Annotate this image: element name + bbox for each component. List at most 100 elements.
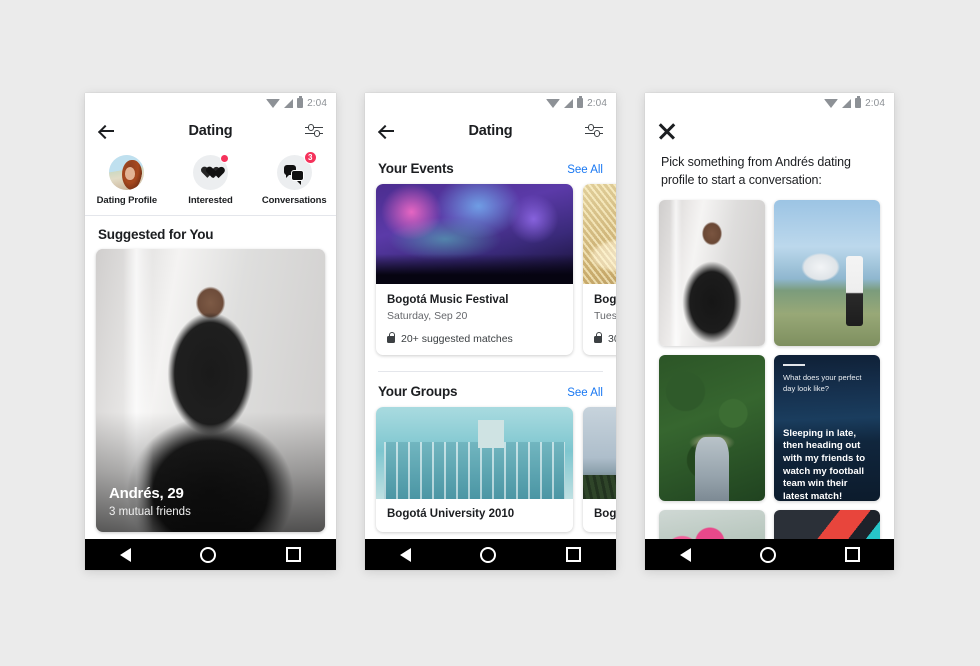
lock-icon [387,331,396,343]
phone-mockup-events-groups: 2:04 Dating Your Events See All Bogotá M… [365,93,616,570]
status-bar: 2:04 [85,93,336,113]
man-laughing-on-stool-photo[interactable] [659,200,765,347]
event-date: Tuesd [594,310,616,323]
tab-label: Dating Profile [96,195,158,206]
wifi-icon [266,98,281,108]
suggested-matches-count: 20+ suggested matches [401,333,513,346]
event-card[interactable]: Bogotá Music Festival Saturday, Sep 20 2… [376,184,573,356]
section-header-groups: Your Groups See All [365,372,616,407]
conversation-prompt-text: Pick something from Andrés dating profil… [661,155,851,188]
bubbles-glyph [284,164,305,184]
top-nav-bar: Dating [365,113,616,149]
battery-icon [577,96,584,108]
event-date: Saturday, Sep 20 [387,310,468,323]
event-card-body: Bogotá food and lake p Tuesd 30 [583,284,616,355]
suggested-profile-card[interactable]: Andrés, 29 3 mutual friends [96,249,325,532]
avatar [109,155,145,190]
back-triangle-icon[interactable] [119,547,131,562]
status-bar: 2:04 [365,93,616,113]
battery-icon [297,96,304,108]
event-matches-row: 20+ suggested matches [387,331,562,346]
cellular-signal-icon [284,98,294,108]
status-bar: 2:04 [645,93,894,113]
top-nav-bar [645,113,894,149]
cellular-signal-icon [842,98,852,108]
see-all-events-link[interactable]: See All [567,164,603,176]
event-card[interactable]: Bogotá food and lake p Tuesd 30 [583,184,616,356]
battery-icon [855,96,862,108]
mutual-friends-text: 3 mutual friends [109,506,191,518]
event-card-body: Bogotá Music Festival Saturday, Sep 20 2… [376,284,573,355]
section-header-events: Your Events See All [365,149,616,184]
phone-mockup-conversation-starter: 2:04 Pick something from Andrés dating p… [645,93,894,570]
page-title: Dating [188,123,233,139]
status-badge: 3 [303,151,317,164]
double-heart-icon [193,154,229,190]
event-title: Bogotá food and lake p [594,294,616,306]
recents-square-icon[interactable] [566,547,582,562]
lock-icon [594,331,603,343]
sliders-settings-icon[interactable] [585,122,603,140]
cellular-signal-icon [564,98,574,108]
misty-mountain-trees-photo [583,407,616,500]
home-circle-icon[interactable] [480,546,497,563]
hearts-glyph [201,164,221,182]
phone1-screen: 2:04 Dating Dating Profile Interested 3 … [85,93,336,570]
event-title: Bogotá Music Festival [387,294,509,306]
tab-dating-profile[interactable]: Dating Profile [85,155,169,206]
suggested-matches-count: 30 [608,333,616,346]
see-all-groups-link[interactable]: See All [567,387,603,399]
groups-carousel[interactable]: Bogotá University 2010 Bogo [365,407,616,533]
group-title: Bogo [594,508,616,521]
phone-mockup-dating-home: 2:04 Dating Dating Profile Interested 3 … [85,93,336,570]
wifi-icon [824,98,839,108]
section-title-events: Your Events [378,161,454,176]
status-bar-clock: 2:04 [307,97,327,109]
wifi-icon [546,98,561,108]
back-arrow-icon[interactable] [98,122,116,140]
android-nav-bar [645,539,894,570]
prompt-question: What does your perfect day look like? [783,373,862,393]
tab-label: Conversations [261,195,327,206]
profile-name: Andrés, 29 [109,485,184,502]
phone3-screen: 2:04 Pick something from Andrés dating p… [645,93,894,570]
concert-stage-lights-photo [376,184,573,284]
android-nav-bar [365,539,616,570]
chat-bubbles-icon: 3 [276,151,317,190]
screenshot-stage: 2:04 Dating Dating Profile Interested 3 … [0,0,980,666]
group-card[interactable]: Bogo [583,407,616,533]
section-title-suggested: Suggested for You [98,227,214,242]
android-nav-bar [85,539,336,570]
dating-tabs-row: Dating Profile Interested 3 Conversation… [85,149,336,215]
back-arrow-icon[interactable] [378,122,396,140]
status-bar-clock: 2:04 [587,97,607,109]
home-circle-icon[interactable] [200,546,217,563]
profile-avatar-icon [109,155,145,190]
sliders-settings-icon[interactable] [305,122,323,140]
events-carousel[interactable]: Bogotá Music Festival Saturday, Sep 20 2… [365,184,616,356]
tab-interested[interactable]: Interested [169,154,253,206]
home-circle-icon[interactable] [759,546,776,563]
group-card[interactable]: Bogotá University 2010 [376,407,573,533]
recents-square-icon[interactable] [844,547,860,562]
tab-label: Interested [188,195,233,206]
recents-square-icon[interactable] [286,547,302,562]
group-title: Bogotá University 2010 [387,508,515,521]
profile-content-grid: What does your perfect day look like? Sl… [645,200,894,570]
fries-and-eggs-food-photo [583,184,616,284]
page-title: Dating [468,123,513,139]
back-triangle-icon[interactable] [679,547,691,562]
top-nav-bar: Dating [85,113,336,149]
event-matches-row: 30 [594,331,616,346]
back-triangle-icon[interactable] [399,547,411,562]
status-bar-clock: 2:04 [865,97,885,109]
phone2-screen: 2:04 Dating Your Events See All Bogotá M… [365,93,616,570]
accent-rule [783,364,805,367]
prompt-answer: Sleeping in late, then heading out with … [783,427,866,502]
unread-dot-badge [220,154,229,163]
tab-conversations[interactable]: 3 Conversations [252,151,336,206]
close-x-icon[interactable] [658,122,676,140]
man-in-front-of-green-hedge-photo[interactable] [659,355,765,502]
profile-prompt-answer-card[interactable]: What does your perfect day look like? Sl… [774,355,880,502]
man-with-drone-on-cliff-photo[interactable] [774,200,880,347]
